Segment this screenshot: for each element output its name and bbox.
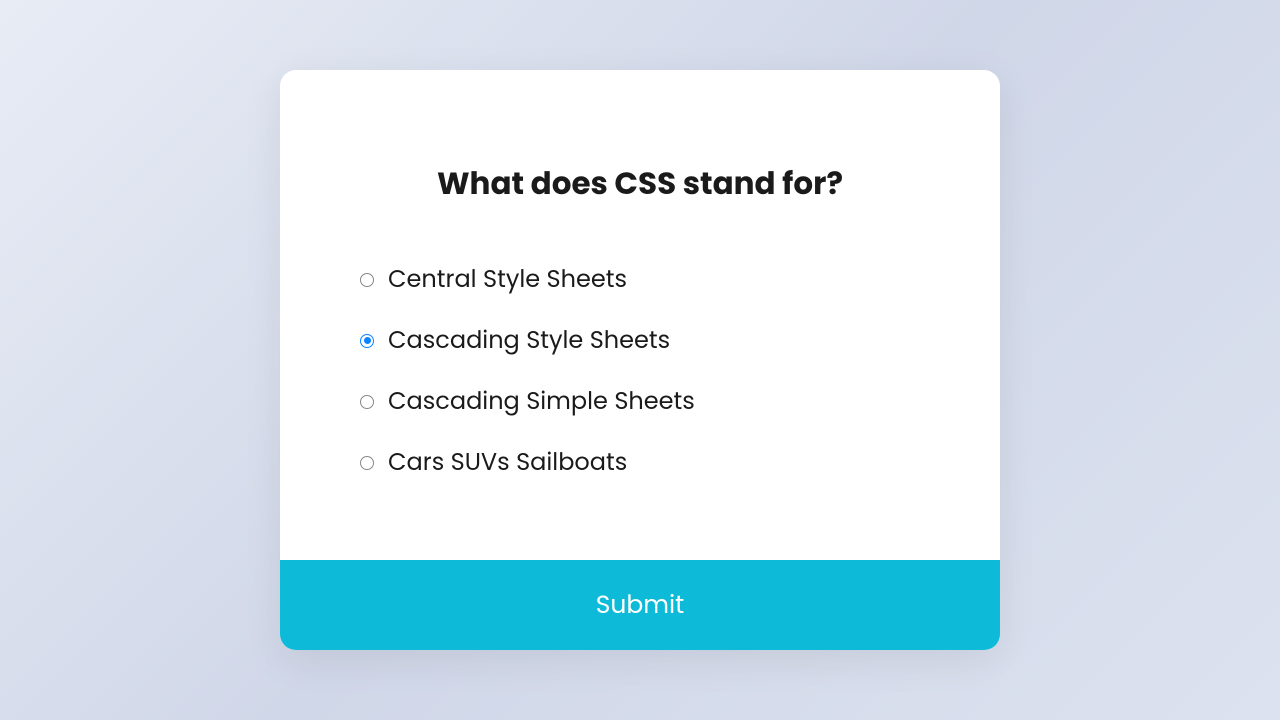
option-d[interactable]: Cars SUVs Sailboats	[360, 445, 920, 480]
radio-icon[interactable]	[360, 456, 374, 470]
option-label: Cars SUVs Sailboats	[388, 445, 627, 480]
radio-icon[interactable]	[360, 273, 374, 287]
submit-button[interactable]: Submit	[280, 560, 1000, 650]
quiz-body: What does CSS stand for? Central Style S…	[280, 70, 1000, 560]
radio-icon[interactable]	[360, 395, 374, 409]
options-list: Central Style Sheets Cascading Style She…	[360, 262, 920, 480]
option-b[interactable]: Cascading Style Sheets	[360, 323, 920, 358]
option-label: Cascading Style Sheets	[388, 323, 670, 358]
option-a[interactable]: Central Style Sheets	[360, 262, 920, 297]
quiz-card: What does CSS stand for? Central Style S…	[280, 70, 1000, 650]
radio-icon[interactable]	[360, 334, 374, 348]
option-label: Central Style Sheets	[388, 262, 627, 297]
option-c[interactable]: Cascading Simple Sheets	[360, 384, 920, 419]
option-label: Cascading Simple Sheets	[388, 384, 695, 419]
question-title: What does CSS stand for?	[360, 160, 920, 207]
